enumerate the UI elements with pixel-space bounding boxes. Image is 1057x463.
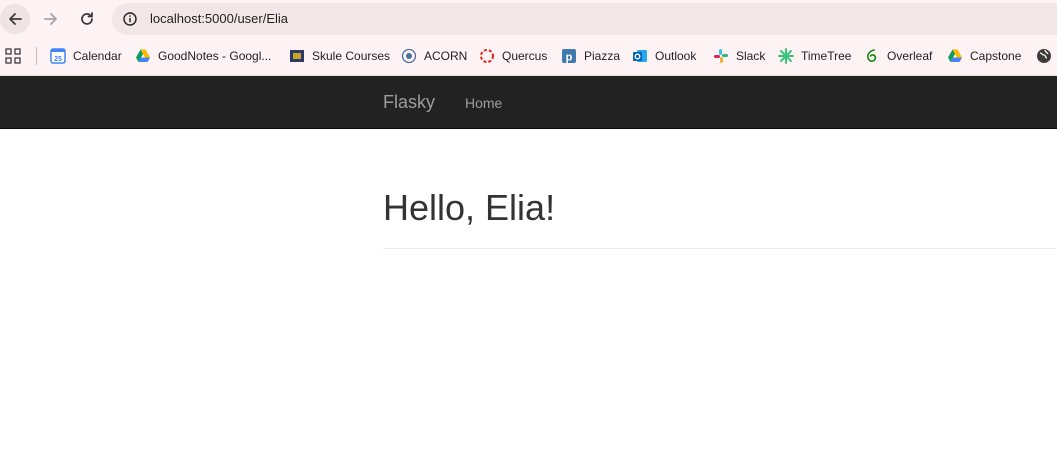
bookmarks-bar: 25 Calendar GoodNotes - Googl... Skule C… <box>0 38 1057 76</box>
bookmark-globe[interactable] <box>1036 46 1057 66</box>
arrow-right-icon <box>44 13 57 25</box>
forward-button[interactable] <box>36 4 66 34</box>
bookmark-overleaf[interactable]: Overleaf <box>864 46 932 66</box>
apps-grid-icon[interactable] <box>5 48 21 64</box>
back-button[interactable] <box>0 4 30 34</box>
site-navbar: Flasky Home <box>0 76 1057 129</box>
reload-icon <box>81 12 93 25</box>
bookmark-label: Skule Courses <box>312 49 391 63</box>
svg-text:p: p <box>566 52 573 64</box>
svg-text:25: 25 <box>54 56 62 63</box>
piazza-icon: p <box>561 48 577 64</box>
address-bar[interactable]: localhost:5000/user/Elia <box>112 3 1057 35</box>
nav-home-link[interactable]: Home <box>465 95 502 111</box>
browser-toolbar: localhost:5000/user/Elia <box>0 0 1057 38</box>
bookmark-label: Calendar <box>73 49 122 63</box>
url-text[interactable]: localhost:5000/user/Elia <box>150 11 288 26</box>
bookmark-skule-courses[interactable]: Skule Courses <box>289 46 390 66</box>
page-title: Hello, Elia! <box>383 187 556 228</box>
bookmarks-divider <box>36 47 37 65</box>
google-calendar-icon: 25 <box>50 48 66 64</box>
bookmark-timetree[interactable]: TimeTree <box>778 46 851 66</box>
site-info-icon[interactable] <box>120 9 140 29</box>
bookmark-label: TimeTree <box>801 49 852 63</box>
acorn-icon <box>401 48 417 64</box>
bookmark-label: GoodNotes - Googl... <box>158 49 272 63</box>
bookmark-label: ACORN <box>424 49 468 63</box>
bookmark-label: Quercus <box>502 49 548 63</box>
bookmark-label: Piazza <box>584 49 621 63</box>
bookmark-label: Capstone <box>970 49 1022 63</box>
page-header: Hello, Elia! <box>383 186 1057 249</box>
bookmark-piazza[interactable]: p Piazza <box>561 46 620 66</box>
timetree-icon <box>778 48 794 64</box>
bookmark-acorn[interactable]: ACORN <box>401 46 467 66</box>
quercus-icon <box>479 48 495 64</box>
google-drive-icon <box>135 48 151 64</box>
bookmark-quercus[interactable]: Quercus <box>479 46 547 66</box>
slack-icon <box>713 48 729 64</box>
bookmark-label: Overleaf <box>887 49 933 63</box>
overleaf-icon <box>864 48 880 64</box>
navbar-brand[interactable]: Flasky <box>383 92 435 113</box>
skule-courses-icon <box>289 48 305 64</box>
bookmark-goodnotes[interactable]: GoodNotes - Googl... <box>135 46 271 66</box>
bookmark-capstone[interactable]: Capstone <box>947 46 1021 66</box>
bookmark-calendar[interactable]: 25 Calendar <box>50 46 122 66</box>
bookmark-label: Outlook <box>655 49 697 63</box>
outlook-icon <box>632 48 648 64</box>
arrow-left-icon <box>9 13 22 25</box>
reload-button[interactable] <box>72 4 102 34</box>
google-drive-icon <box>947 48 963 64</box>
globe-icon <box>1036 48 1052 64</box>
bookmark-slack[interactable]: Slack <box>713 46 765 66</box>
bookmark-outlook[interactable]: Outlook <box>632 46 696 66</box>
bookmark-label: Slack <box>736 49 766 63</box>
